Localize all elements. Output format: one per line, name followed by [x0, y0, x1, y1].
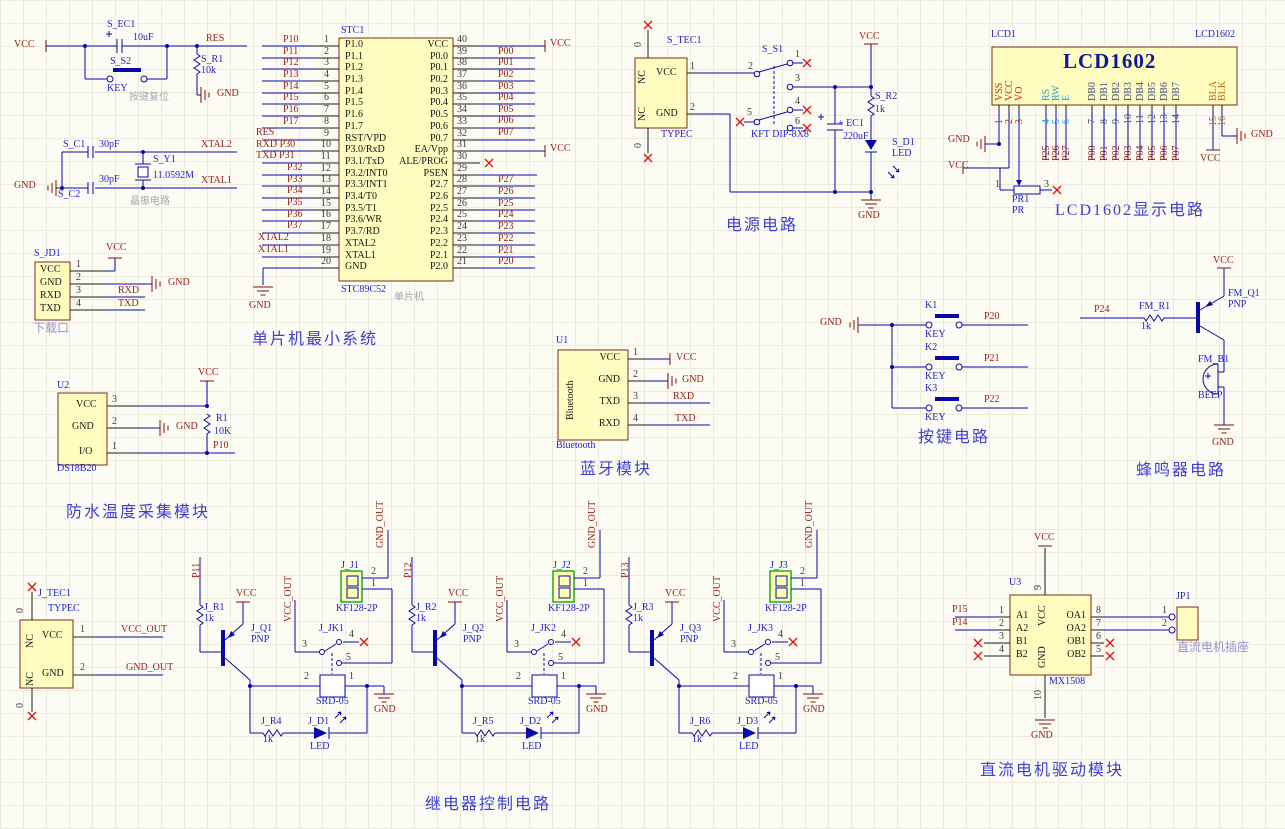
bluetooth-module-graphics: [557, 349, 710, 441]
motor-driver-graphics: [955, 545, 1199, 729]
schematic-graphics: [19, 20, 1246, 829]
schematic-canvas: VCC S_EC1 10uF RES S_S2 S_R1 10k KEY 按键复位 GND S_C1…: [0, 0, 1285, 829]
key-circuit-graphics: [849, 314, 1028, 412]
download-port-graphics: [34, 257, 161, 321]
lcd-circuit-graphics: [962, 46, 1246, 195]
typec-out-graphics: [19, 582, 163, 721]
reset-circuit-graphics: [45, 31, 247, 104]
relay-3-graphics: [626, 530, 823, 739]
buzzer-circuit-graphics: [1080, 267, 1235, 434]
mcu-graphics: [252, 37, 546, 296]
crystal-circuit-graphics: [47, 146, 237, 197]
power-circuit-graphics: [634, 20, 900, 209]
relay-2-graphics: [409, 530, 606, 739]
relay-1-graphics: [197, 530, 394, 739]
temp-module-graphics: [57, 380, 235, 466]
